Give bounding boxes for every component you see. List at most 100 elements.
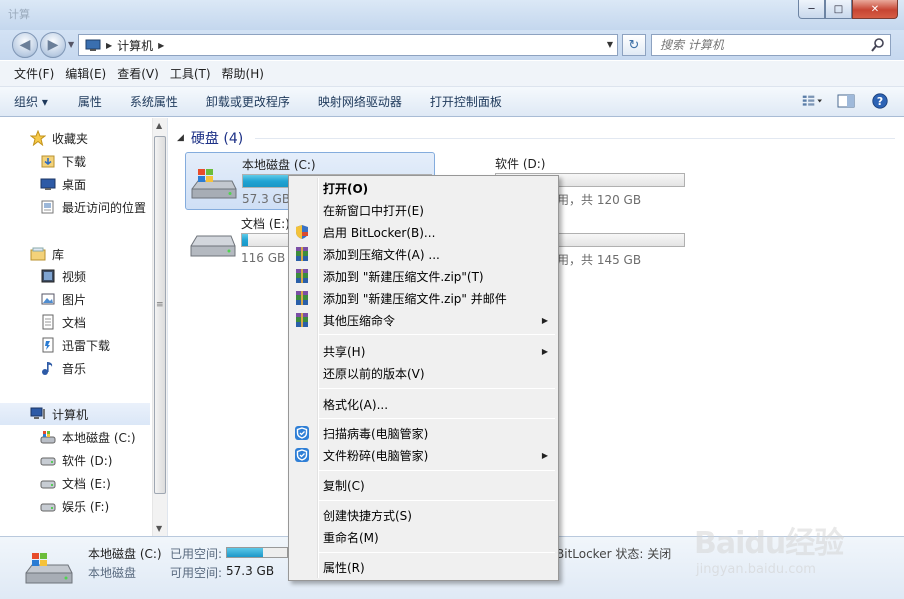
archive-icon: [296, 291, 308, 305]
address-dropdown-icon[interactable]: ▼: [607, 40, 613, 49]
map-network-drive-button[interactable]: 映射网络驱动器: [318, 93, 402, 110]
menu-item-restore-previous[interactable]: 还原以前的版本(V): [291, 362, 556, 384]
uninstall-program-button[interactable]: 卸载或更改程序: [206, 93, 290, 110]
menu-item-rename[interactable]: 重命名(M): [291, 526, 556, 548]
scroll-up-icon[interactable]: ▲: [156, 121, 162, 130]
close-button[interactable]: ✕: [852, 0, 898, 19]
nav-item-drive-d[interactable]: 软件 (D:): [0, 449, 150, 471]
nav-scrollbar[interactable]: ▲ ≡ ▼: [152, 118, 167, 536]
maximize-button[interactable]: □: [825, 0, 852, 19]
preview-pane-icon[interactable]: [836, 92, 856, 110]
menu-item-label: 重命名(M): [323, 530, 379, 545]
system-properties-button[interactable]: 系统属性: [130, 93, 178, 110]
menu-view[interactable]: 查看(V): [117, 65, 159, 82]
change-view-icon[interactable]: [802, 92, 822, 110]
window-title: 计算: [8, 8, 30, 21]
nav-item-videos[interactable]: 视频: [0, 265, 150, 287]
menu-item-copy[interactable]: 复制(C): [291, 474, 556, 496]
nav-item-drive-f[interactable]: 娱乐 (F:): [0, 495, 150, 517]
nav-item-desktop[interactable]: 桌面: [0, 173, 150, 195]
drive-name: 文档 (E:): [241, 217, 290, 231]
recent-places-icon: [41, 200, 54, 214]
nav-favorites[interactable]: 收藏夹: [0, 127, 150, 149]
organize-button[interactable]: 组织 ▾: [14, 93, 48, 110]
nav-libraries[interactable]: 库: [0, 243, 150, 265]
menu-item-scan-virus[interactable]: 扫描病毒(电脑管家): [291, 422, 556, 444]
nav-item-drive-e[interactable]: 文档 (E:): [0, 472, 150, 494]
refresh-button[interactable]: ↻: [622, 34, 646, 56]
submenu-arrow-icon: ▶: [541, 315, 548, 325]
nav-item-drive-c[interactable]: 本地磁盘 (C:): [0, 426, 150, 448]
drive-name: 本地磁盘 (C:): [242, 158, 316, 172]
menu-item-properties[interactable]: 属性(R): [291, 556, 556, 578]
nav-item-documents[interactable]: 文档: [0, 311, 150, 333]
nav-computer-label: 计算机: [52, 407, 89, 422]
nav-item-label: 文档 (E:): [62, 476, 111, 491]
open-control-panel-button[interactable]: 打开控制面板: [430, 93, 502, 110]
nav-item-label: 图片: [62, 292, 87, 307]
recent-pages-dropdown[interactable]: ▼: [68, 40, 74, 49]
baidu-logo: Baidu经验: [694, 526, 844, 561]
menu-separator: [319, 418, 555, 419]
video-icon: [41, 269, 55, 283]
menu-separator: [319, 388, 555, 389]
collapse-icon[interactable]: ◢: [177, 133, 184, 143]
properties-button[interactable]: 属性: [78, 93, 102, 110]
baidu-watermark: Baidu经验 jingyan.baidu.com: [694, 518, 894, 590]
menu-item-add-to-archive[interactable]: 添加到压缩文件(A) ...: [291, 243, 556, 265]
nav-computer[interactable]: 计算机: [0, 403, 150, 425]
menu-item-open[interactable]: 打开(O): [291, 177, 556, 199]
scroll-down-icon[interactable]: ▼: [156, 524, 162, 533]
menu-help[interactable]: 帮助(H): [222, 65, 264, 82]
scroll-thumb[interactable]: [154, 136, 166, 494]
menu-item-share[interactable]: 共享(H) ▶: [291, 340, 556, 362]
menu-item-format[interactable]: 格式化(A)...: [291, 393, 556, 415]
back-button[interactable]: ◀: [12, 32, 38, 58]
menu-item-add-to-zip-and-email[interactable]: 添加到 "新建压缩文件.zip" 并邮件: [291, 287, 556, 309]
documents-icon: [42, 314, 54, 330]
address-bar[interactable]: ▶ 计算机 ▶ ▼: [78, 34, 618, 56]
menu-item-add-to-zip[interactable]: 添加到 "新建压缩文件.zip"(T): [291, 265, 556, 287]
menu-item-other-compress[interactable]: 其他压缩命令 ▶: [291, 309, 556, 331]
nav-item-thunder-downloads[interactable]: 迅雷下载: [0, 334, 150, 356]
submenu-arrow-icon: ▶: [541, 346, 548, 356]
menu-separator: [319, 500, 555, 501]
forward-button[interactable]: ▶: [40, 32, 66, 58]
menu-item-label: 在新窗口中打开(E): [323, 203, 424, 218]
menu-edit[interactable]: 编辑(E): [65, 65, 106, 82]
drive-size-text: 116 GB: [241, 251, 286, 265]
menu-item-label: 添加到压缩文件(A) ...: [323, 247, 440, 262]
search-box[interactable]: [651, 34, 891, 56]
nav-item-label: 娱乐 (F:): [62, 499, 110, 514]
drive-icon: [190, 235, 236, 257]
drive-name: 软件 (D:): [495, 157, 546, 171]
breadcrumb-computer[interactable]: 计算机: [117, 37, 153, 54]
refresh-icon: ↻: [628, 37, 640, 53]
svg-text:?: ?: [877, 95, 883, 108]
menu-item-label: 添加到 "新建压缩文件.zip"(T): [323, 269, 484, 284]
menu-item-label: 打开(O): [323, 181, 369, 196]
help-icon[interactable]: ?: [870, 92, 890, 110]
nav-item-label: 最近访问的位置: [62, 200, 147, 215]
menu-item-open-new-window[interactable]: 在新窗口中打开(E): [291, 199, 556, 221]
shield-icon: [296, 225, 308, 239]
arrow-left-icon: ◀: [19, 37, 31, 53]
nav-item-pictures[interactable]: 图片: [0, 288, 150, 310]
minimize-button[interactable]: ─: [798, 0, 825, 19]
star-icon: [30, 130, 46, 146]
group-header-hard-disks[interactable]: ◢ 硬盘 (4): [177, 128, 243, 148]
nav-item-recent-places[interactable]: 最近访问的位置: [0, 196, 150, 218]
breadcrumb-separator-icon[interactable]: ▶: [158, 41, 164, 50]
menu-item-create-shortcut[interactable]: 创建快捷方式(S): [291, 504, 556, 526]
menu-file[interactable]: 文件(F): [14, 65, 54, 82]
menu-item-enable-bitlocker[interactable]: 启用 BitLocker(B)...: [291, 221, 556, 243]
search-icon[interactable]: [870, 37, 886, 53]
nav-item-downloads[interactable]: 下载: [0, 150, 150, 172]
menu-item-file-shredder[interactable]: 文件粉碎(电脑管家) ▶: [291, 444, 556, 466]
menu-tools[interactable]: 工具(T): [170, 65, 211, 82]
navigation-pane: 收藏夹 下载 桌面 最近访问的位置 库 视频 图片 文档 迅雷下载 音乐 计算机: [0, 118, 168, 536]
nav-item-music[interactable]: 音乐: [0, 357, 150, 379]
search-input[interactable]: [652, 35, 862, 55]
details-name: 本地磁盘 (C:): [88, 547, 162, 561]
menu-separator: [319, 552, 555, 553]
